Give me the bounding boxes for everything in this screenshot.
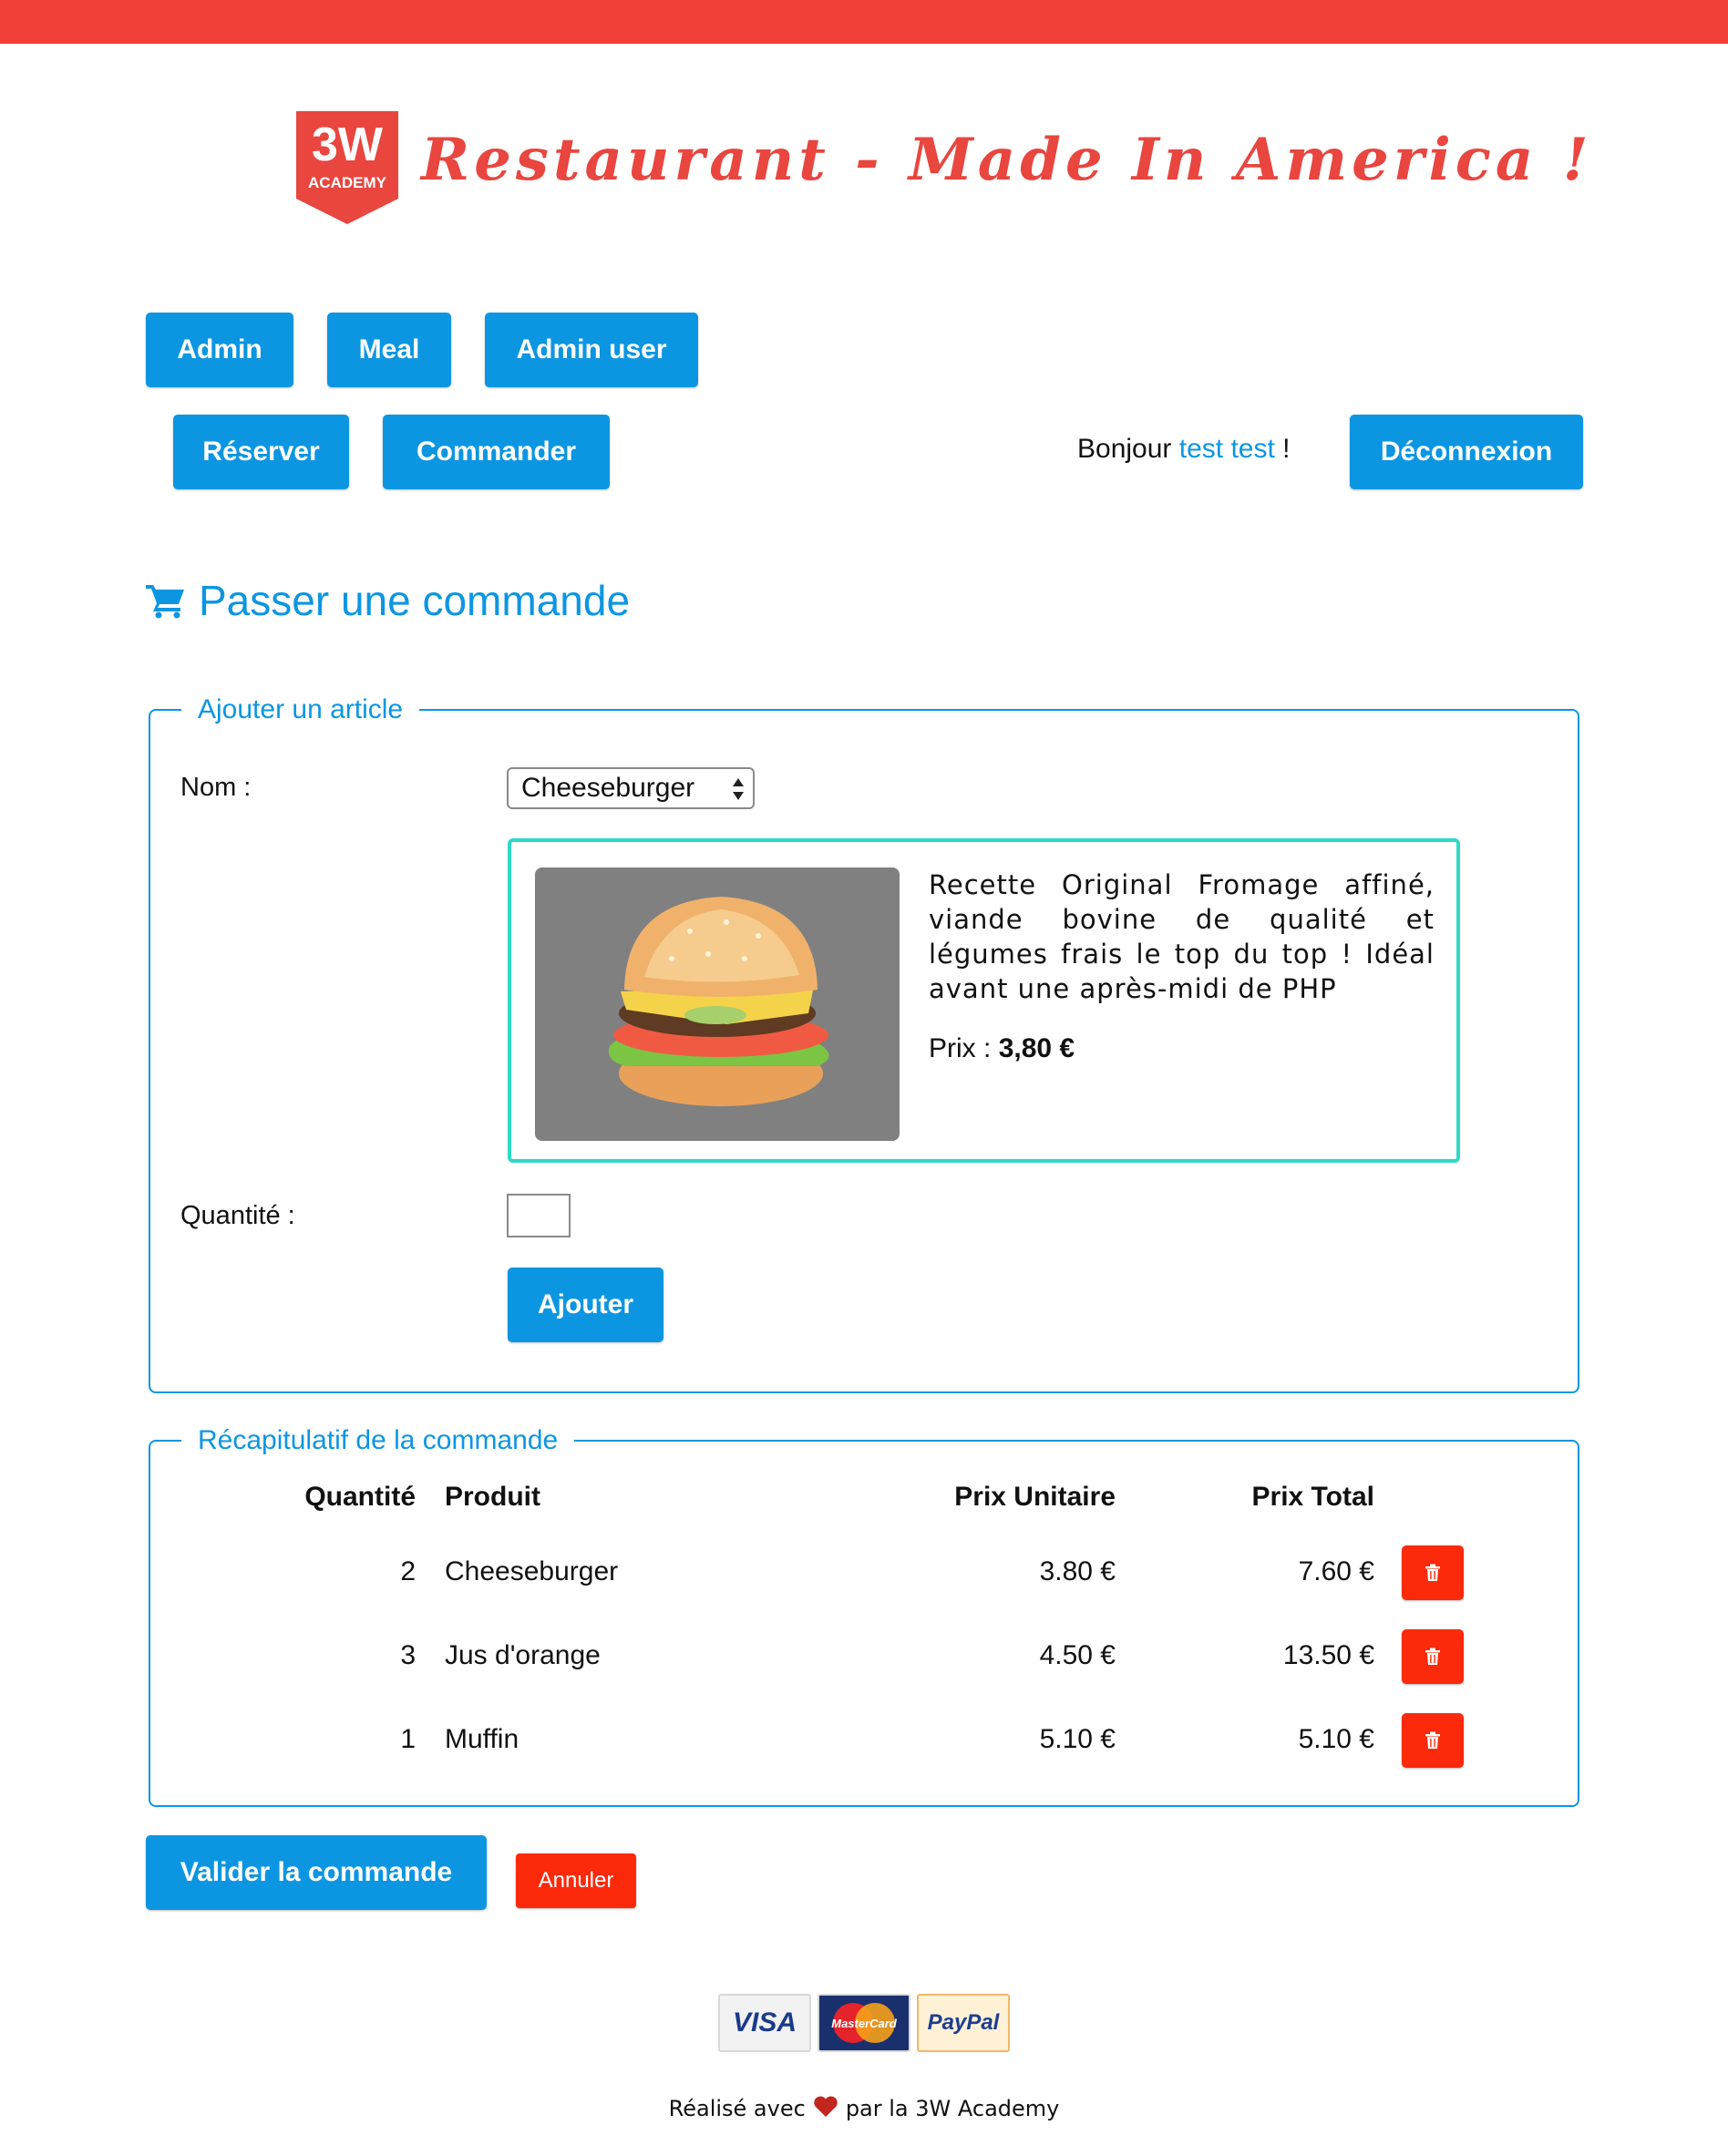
row-total-price: 7.60 € <box>1298 1556 1374 1586</box>
add-button[interactable]: Ajouter <box>508 1268 663 1342</box>
row-unit-price: 3.80 € <box>1039 1556 1116 1586</box>
mastercard-icon: MasterCard <box>831 2003 898 2043</box>
meal-select[interactable]: Cheeseburger <box>507 767 755 809</box>
order-summary-legend: Récapitulatif de la commande <box>181 1423 575 1458</box>
reserver-button[interactable]: Réserver <box>173 415 349 489</box>
shopping-cart-icon <box>146 585 184 619</box>
row-unit-price: 4.50 € <box>1039 1640 1116 1670</box>
footer-credit: Réalisé avec par la 3W Academy <box>0 2096 1728 2123</box>
trash-icon <box>1425 1564 1440 1581</box>
header-unit-price: Prix Unitaire <box>954 1482 1116 1512</box>
site-title: Restaurant - Made In America ! <box>421 126 1593 194</box>
greeting-prefix: Bonjour <box>1077 434 1172 464</box>
mastercard-text: MasterCard <box>831 2017 898 2030</box>
delete-row-button[interactable] <box>1402 1713 1464 1768</box>
header-total-price: Prix Total <box>1251 1482 1374 1512</box>
greeting-suffix: ! <box>1282 434 1291 464</box>
row-quantity: 1 <box>400 1724 416 1754</box>
page-title-text: Passer une commande <box>199 577 631 624</box>
row-product: Muffin <box>445 1724 519 1754</box>
paypal-text: PayPal <box>927 2010 1000 2035</box>
mastercard-logo: MasterCard <box>818 1994 910 2052</box>
footer-made-by: par la 3W Academy <box>845 2096 1060 2121</box>
meal-card: Recette Original Fromage affiné, viande … <box>508 838 1460 1163</box>
meal-button[interactable]: Meal <box>327 313 451 387</box>
meal-price: Prix : 3,80 € <box>929 1033 1075 1064</box>
paypal-logo: PayPal <box>917 1994 1010 2052</box>
meal-select-value: Cheeseburger <box>521 773 695 803</box>
select-arrows-icon <box>733 778 744 800</box>
logo-text-top: 3W <box>312 118 384 171</box>
commander-button[interactable]: Commander <box>383 415 610 489</box>
row-product: Jus d'orange <box>445 1640 601 1670</box>
header-product: Produit <box>445 1482 540 1512</box>
trash-icon <box>1425 1648 1440 1665</box>
add-article-legend: Ajouter un article <box>181 693 420 727</box>
name-label: Nom : <box>180 773 252 802</box>
meal-image <box>535 868 900 1141</box>
delete-row-button[interactable] <box>1402 1545 1464 1600</box>
row-total-price: 13.50 € <box>1282 1640 1374 1670</box>
delete-row-button[interactable] <box>1402 1629 1464 1684</box>
row-total-price: 5.10 € <box>1298 1724 1374 1754</box>
row-quantity: 3 <box>400 1640 416 1670</box>
quantity-input[interactable] <box>507 1194 571 1237</box>
top-bar <box>0 0 1728 44</box>
row-quantity: 2 <box>400 1556 416 1586</box>
visa-logo: VISA <box>718 1994 811 2052</box>
academy-logo: 3W ACADEMY <box>296 111 398 224</box>
header-quantity: Quantité <box>304 1482 416 1512</box>
page-title: Passer une commande <box>146 576 630 625</box>
row-unit-price: 5.10 € <box>1039 1724 1116 1754</box>
quantity-label: Quantité : <box>180 1201 295 1230</box>
user-name-link[interactable]: test test <box>1179 434 1275 464</box>
meal-description: Recette Original Fromage affiné, viande … <box>929 869 1435 1004</box>
burger-image <box>535 868 900 1141</box>
validate-order-button[interactable]: Valider la commande <box>146 1835 487 1910</box>
heart-icon <box>813 2096 838 2123</box>
meal-price-value: 3,80 € <box>998 1033 1075 1063</box>
footer-made-with: Réalisé avec <box>668 2096 806 2121</box>
cancel-button[interactable]: Annuler <box>516 1853 636 1908</box>
row-product: Cheeseburger <box>445 1556 619 1586</box>
logo-text-bottom: ACADEMY <box>308 174 387 191</box>
admin-button[interactable]: Admin <box>146 313 293 387</box>
admin-user-button[interactable]: Admin user <box>485 313 698 387</box>
greeting: Bonjour test test ! <box>1077 434 1290 465</box>
trash-icon <box>1425 1731 1440 1749</box>
logout-button[interactable]: Déconnexion <box>1350 415 1583 489</box>
meal-price-label: Prix : <box>929 1033 992 1063</box>
